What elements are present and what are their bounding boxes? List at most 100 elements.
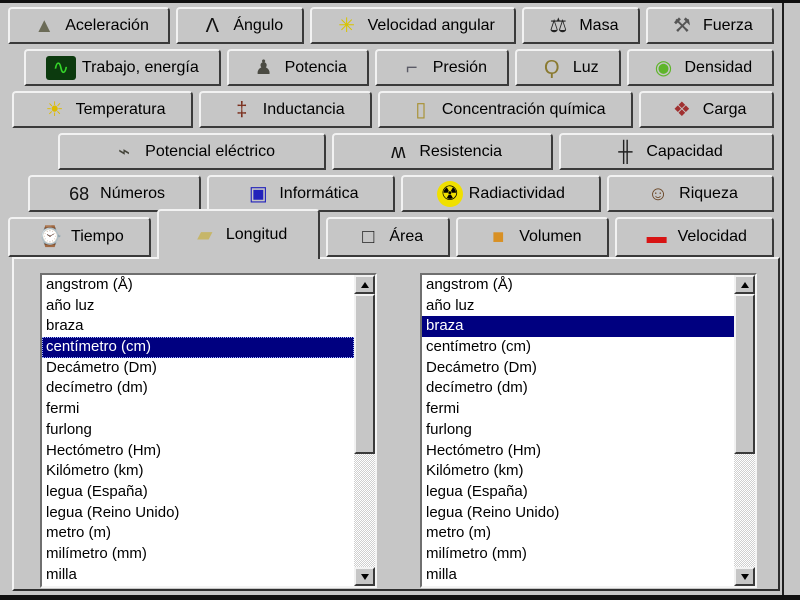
- tab-luz[interactable]: Ϙ Luz: [514, 49, 621, 86]
- longitud-tab-pane: angstrom (Å) año luz braza centímetro (cm) D…: [12, 257, 780, 591]
- light-bulb-icon: Ϙ: [544, 56, 560, 79]
- list-item[interactable]: legua (España): [42, 482, 354, 503]
- tab-label-fuerza: Fuerza: [702, 16, 753, 34]
- list-item[interactable]: decímetro (dm): [422, 378, 734, 399]
- tab-label-presion: Presión: [432, 58, 487, 76]
- tab-informatica[interactable]: ▣ Informática: [207, 175, 395, 212]
- tab-numeros[interactable]: 68 Números: [28, 175, 202, 212]
- scroll-down-button[interactable]: [734, 567, 755, 586]
- list-item[interactable]: año luz: [42, 296, 354, 317]
- list-item[interactable]: braza: [422, 316, 734, 338]
- battery-plug-icon: ⌁: [118, 140, 131, 163]
- vertical-scrollbar[interactable]: [354, 275, 375, 586]
- tab-carga[interactable]: ❖ Carga: [639, 91, 775, 128]
- scrollbar-track[interactable]: [354, 294, 375, 567]
- tab-label-tiempo: Tiempo: [71, 228, 124, 245]
- scroll-down-button[interactable]: [354, 567, 375, 586]
- tab-resistencia[interactable]: ʍ Resistencia: [332, 133, 554, 170]
- list-item[interactable]: centímetro (cm): [42, 337, 354, 358]
- tab-velocidad[interactable]: ▬ Velocidad: [614, 217, 774, 257]
- left-unit-list: angstrom (Å) año luz braza centímetro (cm) D…: [40, 273, 377, 588]
- tab-label-informatica: Informática: [279, 184, 359, 202]
- list-item[interactable]: milímetro (mm): [42, 544, 354, 565]
- tab-label-velocidad: Velocidad: [677, 228, 747, 245]
- tab-densidad[interactable]: ◉ Densidad: [626, 49, 775, 86]
- vertical-scrollbar[interactable]: [734, 275, 755, 586]
- list-item[interactable]: furlong: [42, 420, 354, 441]
- scrollbar-track[interactable]: [734, 294, 755, 567]
- capacitor-icon: ╫: [618, 140, 633, 163]
- tab-potencia[interactable]: ♟ Potencia: [226, 49, 369, 86]
- list-item[interactable]: angstrom (Å): [42, 275, 354, 296]
- scrollbar-thumb[interactable]: [354, 294, 375, 454]
- propeller-icon: ✳: [338, 14, 356, 37]
- list-item[interactable]: centímetro (cm): [422, 337, 734, 358]
- tab-label-area: Área: [389, 228, 424, 245]
- tab-capacidad[interactable]: ╫ Capacidad: [559, 133, 774, 170]
- computer-monitor-icon: ▣: [248, 182, 268, 205]
- graduated-cylinder-icon: ▯: [415, 98, 427, 121]
- tab-angulo[interactable]: Λ Ángulo: [176, 7, 305, 44]
- tab-volumen[interactable]: ■ Volumen: [456, 217, 609, 257]
- list-item[interactable]: milímetro (mm): [422, 544, 734, 565]
- list-item[interactable]: año luz: [422, 296, 734, 317]
- list-item[interactable]: legua (Reino Unido): [42, 503, 354, 524]
- list-item[interactable]: metro (m): [42, 523, 354, 544]
- arrow-down-icon: [360, 573, 369, 580]
- tab-temperatura[interactable]: ☀ Temperatura: [12, 91, 194, 128]
- tab-label-masa: Masa: [579, 16, 619, 34]
- list-item[interactable]: furlong: [422, 420, 734, 441]
- tab-concentracion-quimica[interactable]: ▯ Concentración química: [378, 91, 634, 128]
- tab-fuerza[interactable]: ⚒ Fuerza: [645, 7, 774, 44]
- list-item[interactable]: Kilómetro (km): [42, 461, 354, 482]
- list-item[interactable]: metro (m): [422, 523, 734, 544]
- tab-row-5: 68 Números ▣ Informática ☢ Radiactividad ☺ Riqu…: [28, 175, 774, 212]
- right-unit-list: angstrom (Å) año luz braza centímetro (cm) D…: [420, 273, 757, 588]
- tab-potencial-electrico[interactable]: ⌁ Potencial eléctrico: [58, 133, 327, 170]
- scroll-up-button[interactable]: [354, 275, 375, 294]
- tab-radiactividad[interactable]: ☢ Radiactividad: [400, 175, 601, 212]
- tab-label-densidad: Densidad: [684, 58, 753, 76]
- list-item[interactable]: Hectómetro (Hm): [42, 441, 354, 462]
- ruler-icon: ▰: [197, 224, 213, 246]
- tab-aceleracion[interactable]: ▲ Aceleración: [8, 7, 171, 44]
- list-item[interactable]: angstrom (Å): [422, 275, 734, 296]
- tab-row-1: ▲ Aceleración Λ Ángulo ✳ Velocidad angular ⚖ Ma…: [8, 7, 774, 44]
- tab-area[interactable]: □ Área: [326, 217, 451, 257]
- square-outline-icon: □: [362, 226, 375, 248]
- tab-presion[interactable]: ⌐ Presión: [374, 49, 509, 86]
- sun-icon: ☀: [45, 98, 64, 121]
- scrollbar-thumb[interactable]: [734, 294, 755, 454]
- tab-label-resistencia: Resistencia: [419, 142, 503, 160]
- tab-tiempo[interactable]: ⌚ Tiempo: [8, 217, 151, 257]
- tab-masa[interactable]: ⚖ Masa: [522, 7, 640, 44]
- hammer-icon: ⚒: [672, 14, 691, 37]
- list-item[interactable]: Decámetro (Dm): [42, 358, 354, 379]
- rocket-icon: ▲: [34, 14, 55, 37]
- list-item[interactable]: braza: [42, 316, 354, 337]
- tab-longitud[interactable]: ▰ Longitud: [156, 209, 321, 259]
- sine-wave-icon: ʍ: [391, 140, 406, 163]
- list-item[interactable]: milla: [42, 565, 354, 586]
- tab-label-potencia: Potencia: [284, 58, 347, 76]
- tab-label-radiactividad: Radiactividad: [468, 184, 565, 202]
- tab-inductancia[interactable]: ‡ Inductancia: [199, 91, 373, 128]
- tab-label-inductancia: Inductancia: [262, 100, 345, 118]
- tab-riqueza[interactable]: ☺ Riqueza: [607, 175, 774, 212]
- tab-trabajo-energia[interactable]: ∿ Trabajo, energía: [24, 49, 221, 86]
- list-item[interactable]: decímetro (dm): [42, 378, 354, 399]
- list-item[interactable]: legua (España): [422, 482, 734, 503]
- charge-diamond-icon: ❖: [672, 98, 691, 121]
- list-item[interactable]: fermi: [422, 399, 734, 420]
- list-item[interactable]: milla: [422, 565, 734, 586]
- list-item[interactable]: fermi: [42, 399, 354, 420]
- list-item[interactable]: legua (Reino Unido): [422, 503, 734, 524]
- list-item[interactable]: Hectómetro (Hm): [422, 441, 734, 462]
- frog-icon: ◉: [654, 56, 673, 79]
- tab-label-volumen: Volumen: [519, 228, 582, 245]
- wristwatch-icon: ⌚: [37, 226, 63, 248]
- scroll-up-button[interactable]: [734, 275, 755, 294]
- list-item[interactable]: Kilómetro (km): [422, 461, 734, 482]
- tab-velocidad-angular[interactable]: ✳ Velocidad angular: [310, 7, 517, 44]
- list-item[interactable]: Decámetro (Dm): [422, 358, 734, 379]
